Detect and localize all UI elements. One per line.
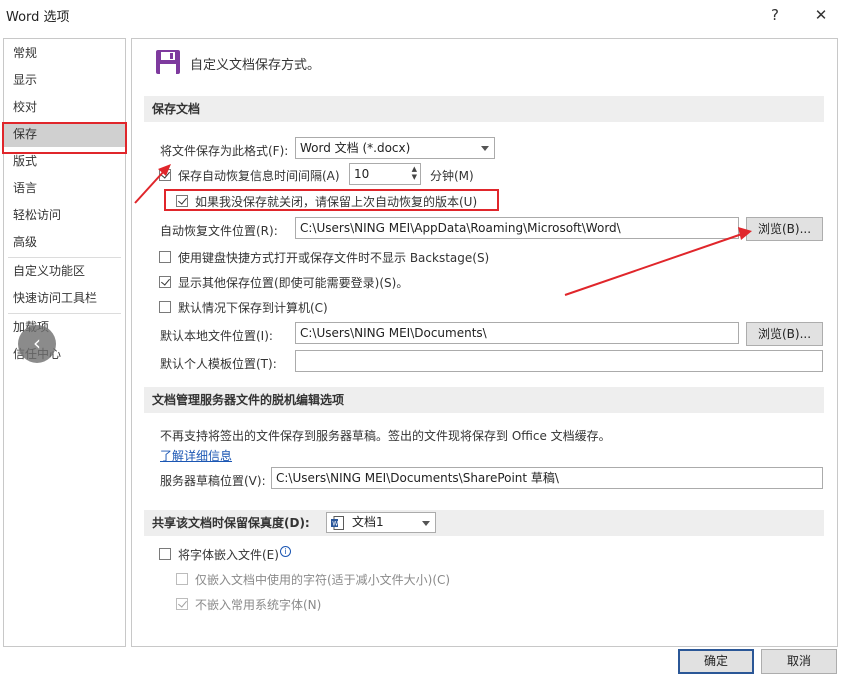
arrow-to-keep-last-version [134, 169, 166, 204]
annotation-arrows [134, 164, 752, 296]
cancel-button[interactable]: 取消 [761, 649, 837, 674]
ok-button[interactable]: 确定 [678, 649, 754, 674]
arrowhead-browse-button [738, 227, 752, 240]
arrow-to-browse-button [564, 233, 743, 296]
